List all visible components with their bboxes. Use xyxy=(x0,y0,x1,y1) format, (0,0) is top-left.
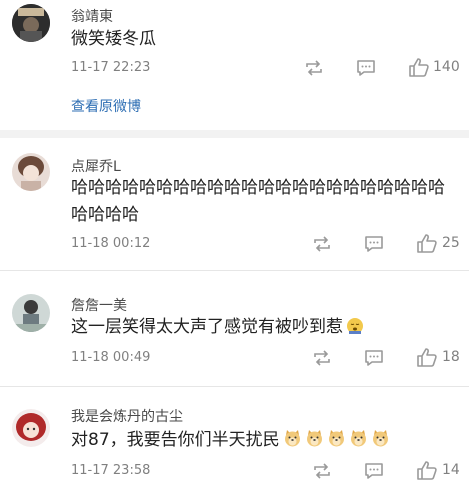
comment-item: 詹詹一美 这一层笑得太大声了感觉有被吵到惹 11-18 00:49 18 xyxy=(0,271,469,386)
doge-emoji xyxy=(371,429,390,457)
like-icon xyxy=(417,234,437,253)
repost-button[interactable] xyxy=(304,59,324,77)
comment-username[interactable]: 詹詹一美 xyxy=(71,295,127,315)
like-count: 140 xyxy=(433,59,460,75)
doge-icon xyxy=(328,430,344,447)
comment-timestamp: 11-17 23:58 xyxy=(71,463,151,478)
avatar-image xyxy=(12,4,50,42)
comment-username[interactable]: 点犀乔L xyxy=(71,156,121,176)
comment-item: 翁靖東 微笑矮冬瓜 11-17 22:23 140 查看原微博 xyxy=(0,0,469,130)
comment-icon xyxy=(357,60,375,76)
repost-button[interactable] xyxy=(312,462,332,480)
doge-icon xyxy=(284,430,300,447)
comment-button[interactable] xyxy=(364,461,384,481)
avatar-image xyxy=(12,409,50,447)
user-avatar[interactable] xyxy=(12,4,50,42)
comment-text: 这一层笑得太大声了感觉有被吵到惹 xyxy=(71,314,461,344)
repost-icon xyxy=(314,236,330,252)
doge-emoji xyxy=(327,429,346,457)
user-avatar[interactable] xyxy=(12,294,50,332)
section-divider xyxy=(0,130,469,138)
like-count: 18 xyxy=(442,349,460,365)
avatar-image xyxy=(12,153,50,191)
comment-timestamp: 11-18 00:12 xyxy=(71,236,151,251)
doge-emoji xyxy=(349,429,368,457)
comment-icon xyxy=(365,236,383,252)
repost-icon xyxy=(306,60,322,76)
comment-text: 微笑矮冬瓜 xyxy=(71,29,156,49)
comment-button[interactable] xyxy=(356,58,376,78)
like-icon xyxy=(417,461,437,480)
emoji-group xyxy=(280,430,390,450)
repost-icon xyxy=(314,350,330,366)
view-original-weibo-link[interactable]: 查看原微博 xyxy=(71,96,141,116)
comment-item: 我是会炼丹的古尘 对87，我要告你们半天扰民 11-17 23:58 14 xyxy=(0,387,469,500)
doge-icon xyxy=(350,430,366,447)
like-button[interactable] xyxy=(416,233,438,253)
like-button[interactable] xyxy=(416,460,438,480)
repost-button[interactable] xyxy=(312,349,332,367)
comment-username[interactable]: 翁靖東 xyxy=(71,6,113,26)
like-count: 14 xyxy=(442,462,460,478)
like-button[interactable] xyxy=(408,57,430,77)
comment-text-content: 这一层笑得太大声了感觉有被吵到惹 xyxy=(71,317,343,337)
comment-timestamp: 11-18 00:49 xyxy=(71,350,151,365)
doge-emoji xyxy=(283,429,302,457)
comment-timestamp: 11-17 22:23 xyxy=(71,60,151,75)
comment-button[interactable] xyxy=(364,348,384,368)
avatar-image xyxy=(12,294,50,332)
sleepy-face-icon xyxy=(347,318,363,334)
user-avatar[interactable] xyxy=(12,409,50,447)
user-avatar[interactable] xyxy=(12,153,50,191)
comment-text: 哈哈哈哈哈哈哈哈哈哈哈哈哈哈哈哈哈哈哈哈哈哈哈哈哈哈 xyxy=(71,178,445,225)
comment-item: 点犀乔L 哈哈哈哈哈哈哈哈哈哈哈哈哈哈哈哈哈哈哈哈哈哈哈哈哈哈 11-18 00… xyxy=(0,138,469,270)
like-icon xyxy=(409,58,429,77)
sleepy-face-emoji xyxy=(346,317,364,344)
comment-button[interactable] xyxy=(364,234,384,254)
comment-text: 对87，我要告你们半天扰民 xyxy=(71,427,461,457)
like-count: 25 xyxy=(442,235,460,251)
like-icon xyxy=(417,348,437,367)
like-button[interactable] xyxy=(416,347,438,367)
comment-text-content: 对87，我要告你们半天扰民 xyxy=(71,430,280,450)
doge-icon xyxy=(306,430,322,447)
repost-icon xyxy=(314,463,330,479)
comment-icon xyxy=(365,350,383,366)
doge-emoji xyxy=(305,429,324,457)
comment-icon xyxy=(365,463,383,479)
doge-icon xyxy=(372,430,388,447)
comment-username[interactable]: 我是会炼丹的古尘 xyxy=(71,406,183,426)
repost-button[interactable] xyxy=(312,235,332,253)
